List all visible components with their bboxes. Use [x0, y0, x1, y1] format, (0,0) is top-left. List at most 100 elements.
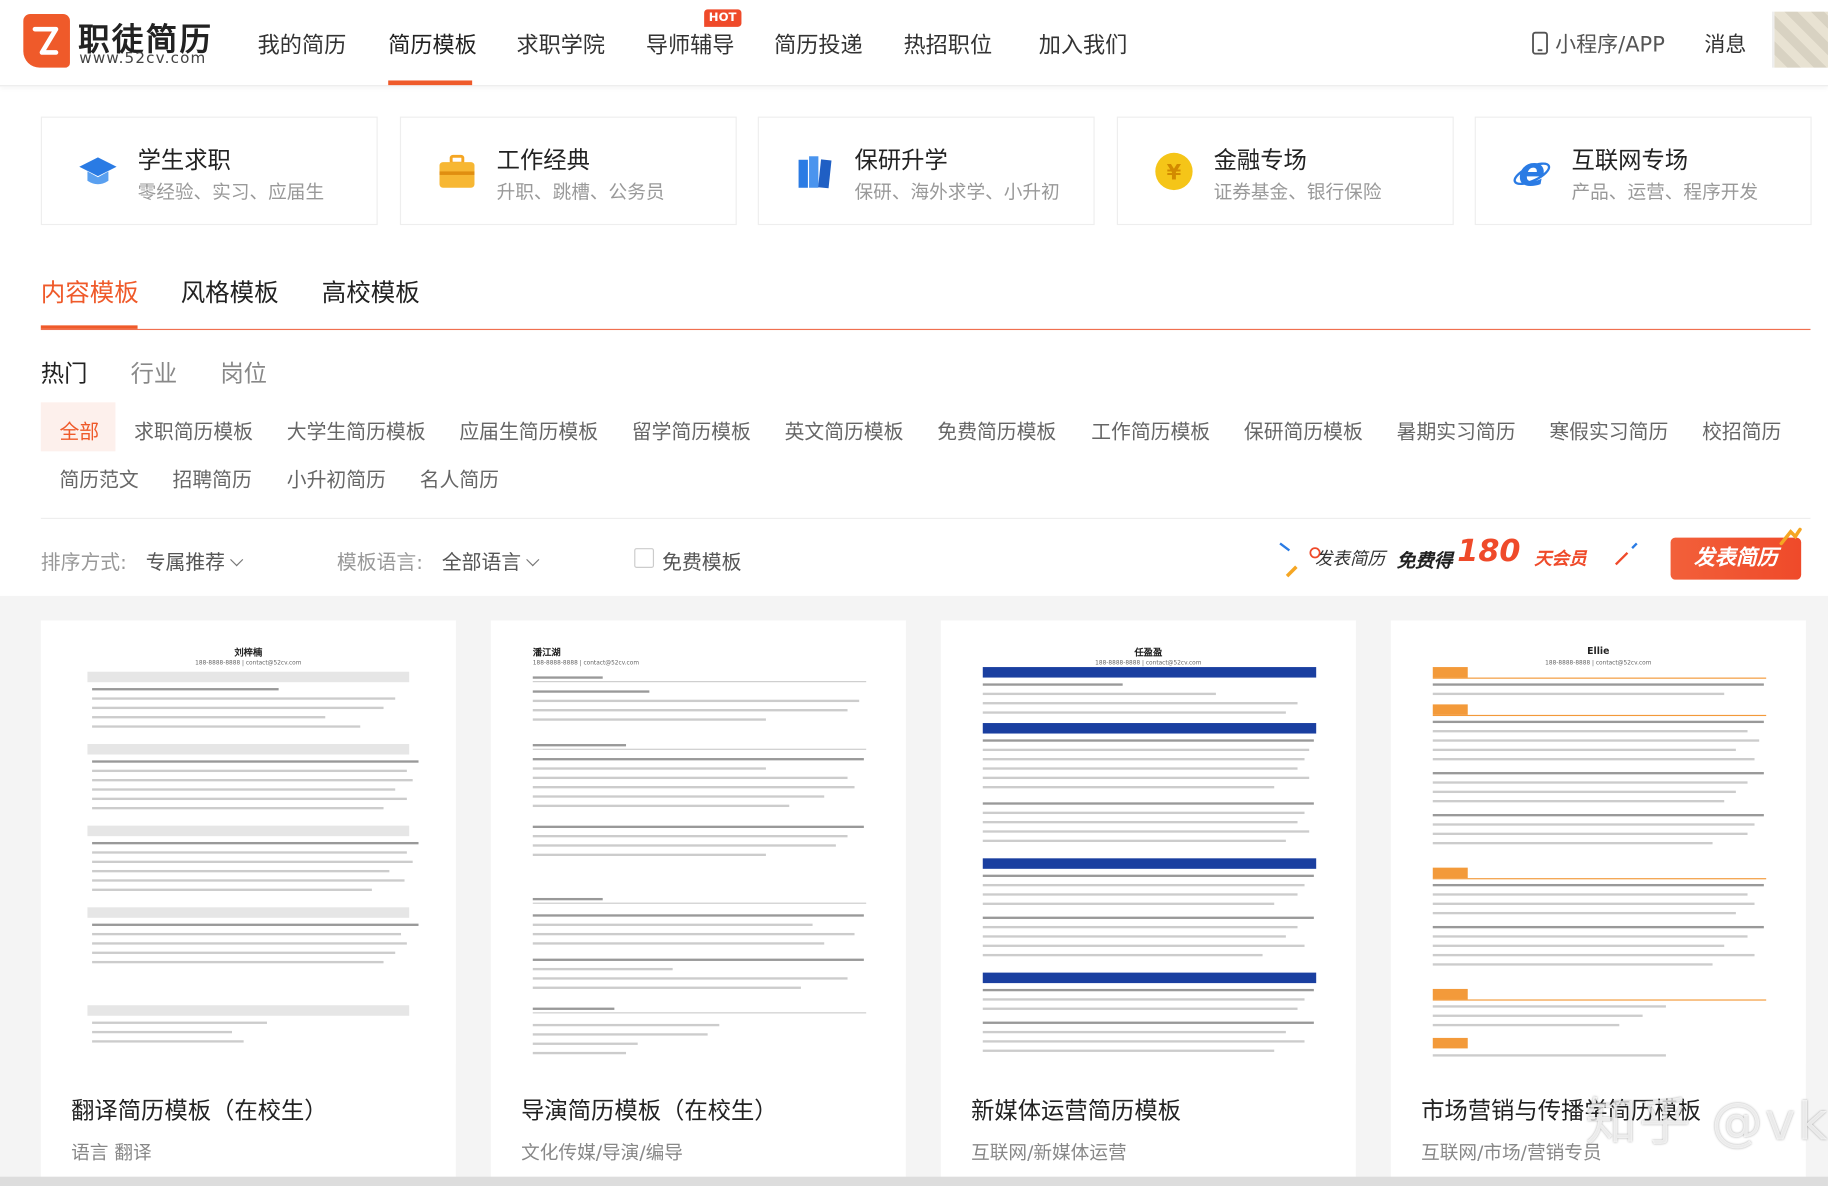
- tag-item[interactable]: 招聘简历: [173, 463, 252, 492]
- nav-hot-jobs[interactable]: 热招职位: [903, 28, 992, 59]
- preview-section: [87, 671, 410, 683]
- avatar[interactable]: [1772, 11, 1828, 68]
- template-preview[interactable]: Ellie 188-8888-8888 | contact@52cv.com: [1390, 620, 1806, 1064]
- category-internet[interactable]: e 互联网专场 产品、运营、程序开发: [1474, 116, 1812, 226]
- books-icon: [798, 156, 832, 189]
- tab-style-templates[interactable]: 风格模板: [181, 274, 279, 309]
- preview-section: [87, 1005, 410, 1016]
- template-title[interactable]: 新媒体运营简历模板: [971, 1092, 1181, 1126]
- category-title: 学生求职: [137, 145, 231, 174]
- tag-item[interactable]: 保研简历模板: [1244, 415, 1363, 444]
- template-card[interactable]: 潘江湖 188-8888-8888 | contact@52cv.com 导演简…: [490, 620, 906, 1186]
- promo-text: 免费得: [1396, 549, 1453, 572]
- hand-pointer-icon: [1779, 527, 1802, 546]
- preview-section: [87, 744, 410, 755]
- subtab-hot[interactable]: 热门: [41, 355, 88, 389]
- preview-contact: 188-8888-8888 | contact@52cv.com: [1545, 660, 1652, 668]
- nav-job-academy[interactable]: 求职学院: [516, 28, 605, 59]
- template-card[interactable]: 任盈盈 188-8888-8888 | contact@52cv.com 新媒体…: [940, 620, 1356, 1186]
- phone-icon: [1532, 31, 1548, 55]
- free-template-label[interactable]: 免费模板: [662, 546, 741, 575]
- svg-text:¥: ¥: [1167, 161, 1182, 185]
- free-template-checkbox[interactable]: [634, 548, 655, 568]
- template-title[interactable]: 翻译简历模板（在校生）: [71, 1092, 327, 1126]
- template-title[interactable]: 市场营销与传播学简历模板: [1421, 1092, 1701, 1126]
- messages-link[interactable]: 消息: [1704, 28, 1746, 58]
- category-finance[interactable]: ¥ 金融专场 证券基金、银行保险: [1116, 116, 1454, 226]
- preview-name: 刘梓楠: [234, 647, 263, 658]
- language-dropdown[interactable]: 全部语言: [441, 546, 540, 575]
- tag-item[interactable]: 校招简历: [1702, 415, 1781, 444]
- tag-item[interactable]: 工作简历模板: [1091, 415, 1210, 444]
- graduation-cap-icon: [79, 157, 117, 185]
- subtab-position[interactable]: 岗位: [220, 355, 267, 389]
- category-subtitle: 升职、跳槽、公务员: [496, 180, 665, 203]
- preview-name: 任盈盈: [1134, 647, 1163, 658]
- tab-university-templates[interactable]: 高校模板: [322, 274, 420, 309]
- tag-item[interactable]: 小升初简历: [287, 463, 386, 492]
- promo-number: 180: [1457, 534, 1521, 570]
- logo-icon[interactable]: [23, 13, 70, 68]
- tab-divider: [40, 328, 1811, 331]
- category-subtitle: 证券基金、银行保险: [1213, 180, 1382, 203]
- nav-resume-delivery[interactable]: 简历投递: [774, 28, 863, 59]
- template-card[interactable]: 刘梓楠 188-8888-8888 | contact@52cv.com 翻译简…: [40, 620, 456, 1186]
- logo-url: www.52cv.com: [79, 50, 207, 68]
- tag-item[interactable]: 名人简历: [420, 463, 499, 492]
- category-student[interactable]: 学生求职 零经验、实习、应届生: [40, 116, 378, 226]
- nav-mentor[interactable]: 导师辅导: [646, 28, 735, 59]
- preview-section-bar: [982, 667, 1317, 678]
- subtab-industry[interactable]: 行业: [131, 355, 178, 389]
- promo-banner[interactable]: 发表简历 免费得 180 天会员: [1273, 527, 1644, 585]
- sort-dropdown[interactable]: 专属推荐: [145, 546, 244, 575]
- hot-badge: HOT: [704, 9, 742, 27]
- preview-section: [87, 825, 410, 837]
- preview-section-bar: [1432, 867, 1468, 879]
- chevron-down-icon: [230, 553, 244, 567]
- category-title: 互联网专场: [1571, 145, 1689, 174]
- preview-name: 潘江湖: [532, 647, 561, 658]
- preview-section-bar: [982, 972, 1317, 984]
- preview-contact: 188-8888-8888 | contact@52cv.com: [532, 660, 640, 668]
- preview-section: [87, 907, 410, 918]
- tag-item[interactable]: 大学生简历模板: [287, 415, 426, 444]
- tag-all[interactable]: 全部: [59, 415, 99, 444]
- sort-value: 专属推荐: [145, 551, 225, 575]
- chevron-down-icon: [526, 553, 540, 567]
- tag-item[interactable]: 简历范文: [59, 463, 138, 492]
- tag-item[interactable]: 免费简历模板: [937, 415, 1056, 444]
- language-label: 模板语言:: [336, 551, 423, 575]
- template-title[interactable]: 导演简历模板（在校生）: [521, 1092, 777, 1126]
- tab-content-templates[interactable]: 内容模板: [41, 274, 139, 309]
- template-preview[interactable]: 刘梓楠 188-8888-8888 | contact@52cv.com: [40, 620, 456, 1064]
- tag-item[interactable]: 留学简历模板: [632, 415, 751, 444]
- language-value: 全部语言: [441, 551, 522, 575]
- preview-name: Ellie: [1587, 646, 1610, 657]
- preview-contact: 188-8888-8888 | contact@52cv.com: [195, 660, 302, 668]
- category-postgrad[interactable]: 保研升学 保研、海外求学、小升初: [757, 116, 1095, 226]
- filter-divider: [40, 517, 1811, 519]
- tag-item[interactable]: 英文简历模板: [785, 415, 904, 444]
- tag-item[interactable]: 应届生简历模板: [459, 415, 598, 444]
- template-card[interactable]: Ellie 188-8888-8888 | contact@52cv.com 市…: [1390, 620, 1806, 1186]
- promo-text: 发表简历: [1315, 548, 1385, 570]
- nav-join-us[interactable]: 加入我们: [1039, 28, 1128, 59]
- tag-item[interactable]: 求职简历模板: [134, 415, 253, 444]
- tag-item[interactable]: 寒假实习简历: [1549, 415, 1668, 444]
- nav-resume-templates[interactable]: 简历模板: [388, 28, 477, 59]
- tag-item[interactable]: 暑期实习简历: [1397, 415, 1516, 444]
- preview-contact: 188-8888-8888 | contact@52cv.com: [1095, 660, 1202, 668]
- template-tags: 互联网/市场/营销专员: [1421, 1141, 1602, 1164]
- mini-app-label: 小程序/APP: [1555, 32, 1665, 58]
- preview-section-bar: [982, 858, 1317, 869]
- mini-app-link[interactable]: 小程序/APP: [1532, 28, 1665, 58]
- category-subtitle: 保研、海外求学、小升初: [854, 180, 1060, 203]
- category-subtitle: 产品、运营、程序开发: [1571, 180, 1759, 203]
- browser-e-icon: e: [1513, 150, 1551, 192]
- nav-my-resume[interactable]: 我的简历: [258, 28, 347, 59]
- promo-text: 天会员: [1534, 548, 1587, 570]
- template-preview[interactable]: 任盈盈 188-8888-8888 | contact@52cv.com: [940, 620, 1356, 1064]
- template-tags: 互联网/新媒体运营: [971, 1141, 1127, 1164]
- template-preview[interactable]: 潘江湖 188-8888-8888 | contact@52cv.com: [490, 620, 906, 1064]
- category-work[interactable]: 工作经典 升职、跳槽、公务员: [399, 116, 737, 226]
